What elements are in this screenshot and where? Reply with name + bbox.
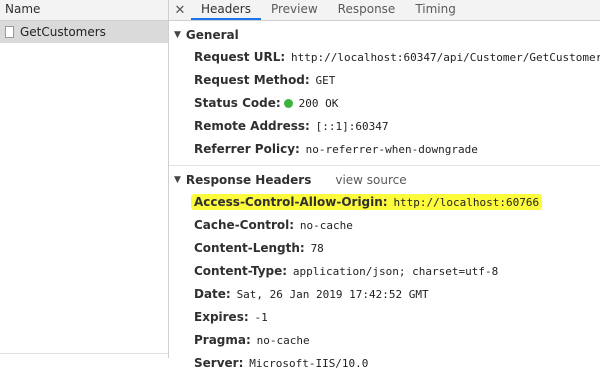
status-ok-icon — [283, 99, 293, 108]
general-row-request-url: Request URL: http://localhost:60347/api/… — [194, 46, 600, 69]
header-key: Access-Control-Allow-Origin: — [194, 195, 388, 209]
collapse-triangle-icon: ▼ — [174, 175, 181, 185]
collapse-triangle-icon: ▼ — [174, 30, 181, 40]
header-key: Cache-Control: — [194, 218, 295, 232]
tab-timing[interactable]: Timing — [405, 0, 466, 20]
general-rows: Request URL: http://localhost:60347/api/… — [169, 46, 600, 161]
header-key: Content-Length: — [194, 241, 305, 255]
response-header-rows: Access-Control-Allow-Origin: http://loca… — [169, 191, 600, 375]
response-row-pragma: Pragma: no-cache — [194, 329, 600, 352]
header-key: Request URL: — [194, 50, 286, 64]
close-icon[interactable]: ✕ — [169, 2, 191, 20]
header-key: Server: — [194, 356, 244, 370]
file-icon — [5, 26, 14, 38]
panel-divider — [0, 353, 168, 354]
request-row-getcustomers[interactable]: GetCustomers — [0, 21, 168, 43]
response-row-content-length: Content-Length: 78 — [194, 237, 600, 260]
header-value: http://localhost:60347/api/Customer/GetC… — [290, 51, 600, 64]
response-row-cache-control: Cache-Control: no-cache — [194, 214, 600, 237]
general-row-referrer-policy: Referrer Policy: no-referrer-when-downgr… — [194, 138, 600, 161]
tab-headers[interactable]: Headers — [191, 0, 261, 20]
header-key: Request Method: — [194, 73, 310, 87]
name-column-header[interactable]: Name — [0, 0, 168, 21]
header-key: Expires: — [194, 310, 249, 324]
response-row-content-type: Content-Type: application/json; charset=… — [194, 260, 600, 283]
header-value: http://localhost:60766 — [393, 196, 540, 209]
details-tabs: ✕ Headers Preview Response Timing — [169, 0, 600, 21]
tab-response[interactable]: Response — [328, 0, 406, 20]
general-row-request-method: Request Method: GET — [194, 69, 600, 92]
general-row-status-code: Status Code: 200 OK — [194, 92, 600, 115]
header-value: Microsoft-IIS/10.0 — [249, 357, 369, 370]
header-key: Remote Address: — [194, 119, 310, 133]
header-value: GET — [315, 74, 336, 87]
header-key: Referrer Policy: — [194, 142, 300, 156]
header-value: 78 — [310, 242, 324, 255]
header-value: Sat, 26 Jan 2019 17:42:52 GMT — [236, 288, 429, 301]
response-row-expires: Expires: -1 — [194, 306, 600, 329]
header-value: no-cache — [299, 219, 353, 232]
response-row-access-control-allow-origin: Access-Control-Allow-Origin: http://loca… — [191, 191, 600, 214]
response-headers-section-header[interactable]: ▼ Response Headers view source — [169, 169, 600, 191]
section-divider — [169, 165, 600, 166]
header-key: Content-Type: — [194, 264, 288, 278]
header-value: [::1]:60347 — [315, 120, 389, 133]
highlight-mark: Access-Control-Allow-Origin: http://loca… — [191, 194, 543, 210]
response-headers-title: Response Headers — [185, 173, 312, 187]
header-value: application/json; charset=utf-8 — [292, 265, 499, 278]
header-key: Date: — [194, 287, 231, 301]
response-row-server: Server: Microsoft-IIS/10.0 — [194, 352, 600, 375]
header-key: Pragma: — [194, 333, 251, 347]
general-row-remote-address: Remote Address: [::1]:60347 — [194, 115, 600, 138]
response-row-date: Date: Sat, 26 Jan 2019 17:42:52 GMT — [194, 283, 600, 306]
header-value: 200 OK — [298, 97, 339, 110]
header-value: -1 — [254, 311, 268, 324]
general-section-header[interactable]: ▼ General — [169, 24, 600, 46]
header-key: Status Code: — [194, 96, 281, 110]
request-name: GetCustomers — [20, 25, 106, 39]
tab-preview[interactable]: Preview — [261, 0, 328, 20]
requests-panel: Name GetCustomers — [0, 0, 169, 358]
details-panel: ✕ Headers Preview Response Timing ▼ Gene… — [169, 0, 600, 370]
general-title: General — [185, 28, 239, 42]
view-source-link[interactable]: view source — [335, 173, 406, 187]
header-value: no-cache — [256, 334, 310, 347]
header-value: no-referrer-when-downgrade — [305, 143, 478, 156]
